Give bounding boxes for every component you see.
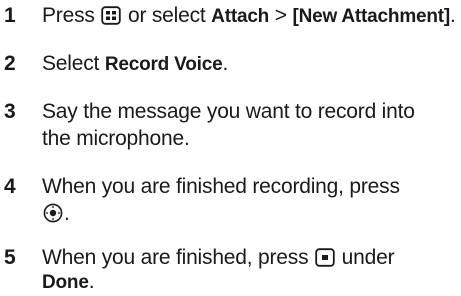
menu-item-attach: Attach	[211, 6, 270, 27]
step-number: 1	[4, 4, 16, 27]
text-segment: under	[336, 246, 395, 269]
step-text: Press or select Attach > [New Attachment…	[42, 2, 461, 30]
step-number: 2	[4, 52, 16, 75]
menu-item-done: Done	[42, 272, 89, 293]
step-number: 4	[4, 175, 16, 198]
step-text-line-1: When you are finished, press under	[42, 244, 461, 271]
step-text-line-1: When you are finished recording, press	[42, 175, 400, 198]
text-segment: Press	[42, 4, 101, 27]
step-text: Select Record Voice.	[42, 50, 461, 78]
text-segment: >	[269, 4, 293, 27]
step-number: 5	[4, 246, 16, 269]
text-segment: .	[222, 52, 229, 75]
step-text-line-2: Done.	[42, 268, 461, 296]
soft-key-icon	[315, 248, 335, 267]
menu-item-record-voice: Record Voice	[104, 54, 223, 75]
text-segment: .	[450, 4, 456, 27]
step-text-line-2: .	[42, 200, 461, 227]
step-text-line-2: the microphone.	[42, 127, 190, 150]
text-segment: Select	[42, 52, 105, 75]
step-text-line-1: Say the message you want to record into	[42, 100, 415, 123]
step-number: 3	[4, 100, 16, 123]
menu-item-new-attachment: [New Attachment]	[292, 6, 451, 27]
text-segment: or select	[122, 4, 212, 27]
menu-key-icon	[101, 6, 122, 25]
instruction-steps: 1 Press or select Attach > [New Attachme…	[0, 0, 461, 293]
text-segment: .	[64, 202, 70, 225]
center-select-key-icon	[43, 203, 63, 223]
text-segment: .	[88, 270, 95, 293]
text-segment: When you are finished, press	[42, 246, 315, 269]
